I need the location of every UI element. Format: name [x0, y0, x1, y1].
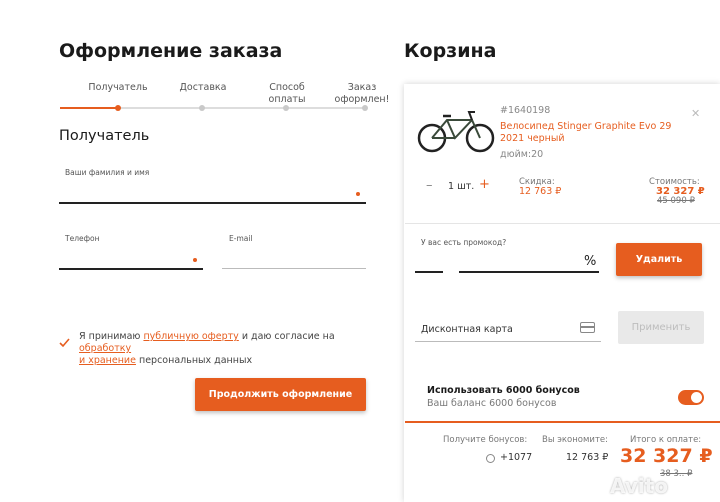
- total-label: Итого к оплате:: [630, 435, 702, 445]
- step-done[interactable]: Заказ оформлен!: [330, 82, 394, 106]
- step-dot-3: [283, 105, 289, 111]
- storage-link[interactable]: и хранение: [79, 355, 136, 366]
- product-size: дюйм:20: [500, 149, 544, 160]
- checkout-title: Оформление заказа: [59, 40, 283, 62]
- product-name[interactable]: Велосипед Stinger Graphite Evo 29 2021 че…: [500, 121, 671, 145]
- bonus-coin-icon: [486, 454, 495, 463]
- continue-button[interactable]: Продолжить оформление: [195, 378, 366, 411]
- phone-input-line[interactable]: [59, 268, 203, 270]
- avito-watermark: Avito: [610, 474, 668, 498]
- use-bonuses-label: Использовать 6000 бонусов: [427, 385, 580, 396]
- name-label: Ваши фамилия и имя: [65, 168, 150, 177]
- bike-image: [417, 106, 495, 160]
- section-title: Получатель: [59, 128, 150, 144]
- check-icon: [59, 338, 70, 348]
- progress-fill: [60, 107, 118, 109]
- promo-prefix-line[interactable]: [415, 271, 443, 273]
- email-input-line[interactable]: [222, 268, 366, 269]
- divider: [405, 223, 720, 224]
- bonus-balance: Ваш баланс 6000 бонусов: [427, 398, 557, 409]
- savings-value: 12 763 ₽: [566, 452, 609, 463]
- discount-value: 12 763 ₽: [519, 186, 562, 197]
- card-icon: [580, 322, 595, 333]
- required-dot: [193, 258, 197, 262]
- percent-icon: %: [584, 254, 597, 269]
- processing-link[interactable]: обработку: [79, 343, 131, 354]
- qty-plus-button[interactable]: +: [479, 177, 490, 192]
- step-dot-2: [199, 105, 205, 111]
- old-price: 45 090 ₽: [657, 196, 695, 206]
- consent-checkbox[interactable]: [59, 333, 70, 352]
- qty-value: 1 шт.: [448, 181, 475, 192]
- promo-label: У вас есть промокод?: [421, 238, 507, 247]
- cart-title: Корзина: [404, 40, 497, 62]
- total-value: 32 327 ₽: [620, 445, 713, 467]
- delete-promo-button[interactable]: Удалить: [616, 243, 702, 276]
- bonus-toggle[interactable]: [678, 390, 704, 405]
- step-dot-4: [362, 105, 368, 111]
- phone-label: Телефон: [65, 234, 100, 243]
- discount-card-label: Дисконтная карта: [421, 324, 513, 335]
- consent-text: Я принимаю публичную оферту и даю соглас…: [79, 331, 335, 366]
- promo-input-line[interactable]: [459, 271, 599, 273]
- name-input-line[interactable]: [59, 202, 366, 204]
- step-recipient[interactable]: Получатель: [82, 82, 154, 94]
- qty-minus-button[interactable]: –: [426, 178, 433, 193]
- close-icon[interactable]: ✕: [691, 107, 700, 120]
- email-label: E-mail: [229, 234, 253, 243]
- offer-link[interactable]: публичную оферту: [143, 331, 238, 342]
- receive-bonuses-label: Получите бонусов:: [443, 435, 528, 445]
- required-dot: [356, 192, 360, 196]
- receive-bonuses-value: +1077: [500, 452, 533, 463]
- step-payment[interactable]: Способ оплаты: [256, 82, 318, 106]
- product-sku: #1640198: [500, 105, 551, 116]
- summary-divider: [405, 421, 720, 423]
- apply-card-button[interactable]: Применить: [618, 311, 704, 344]
- discount-card-input-line[interactable]: [415, 341, 601, 342]
- step-dot-1: [115, 105, 121, 111]
- toggle-knob: [691, 392, 702, 403]
- savings-label: Вы экономите:: [542, 435, 608, 445]
- step-delivery[interactable]: Доставка: [168, 82, 238, 94]
